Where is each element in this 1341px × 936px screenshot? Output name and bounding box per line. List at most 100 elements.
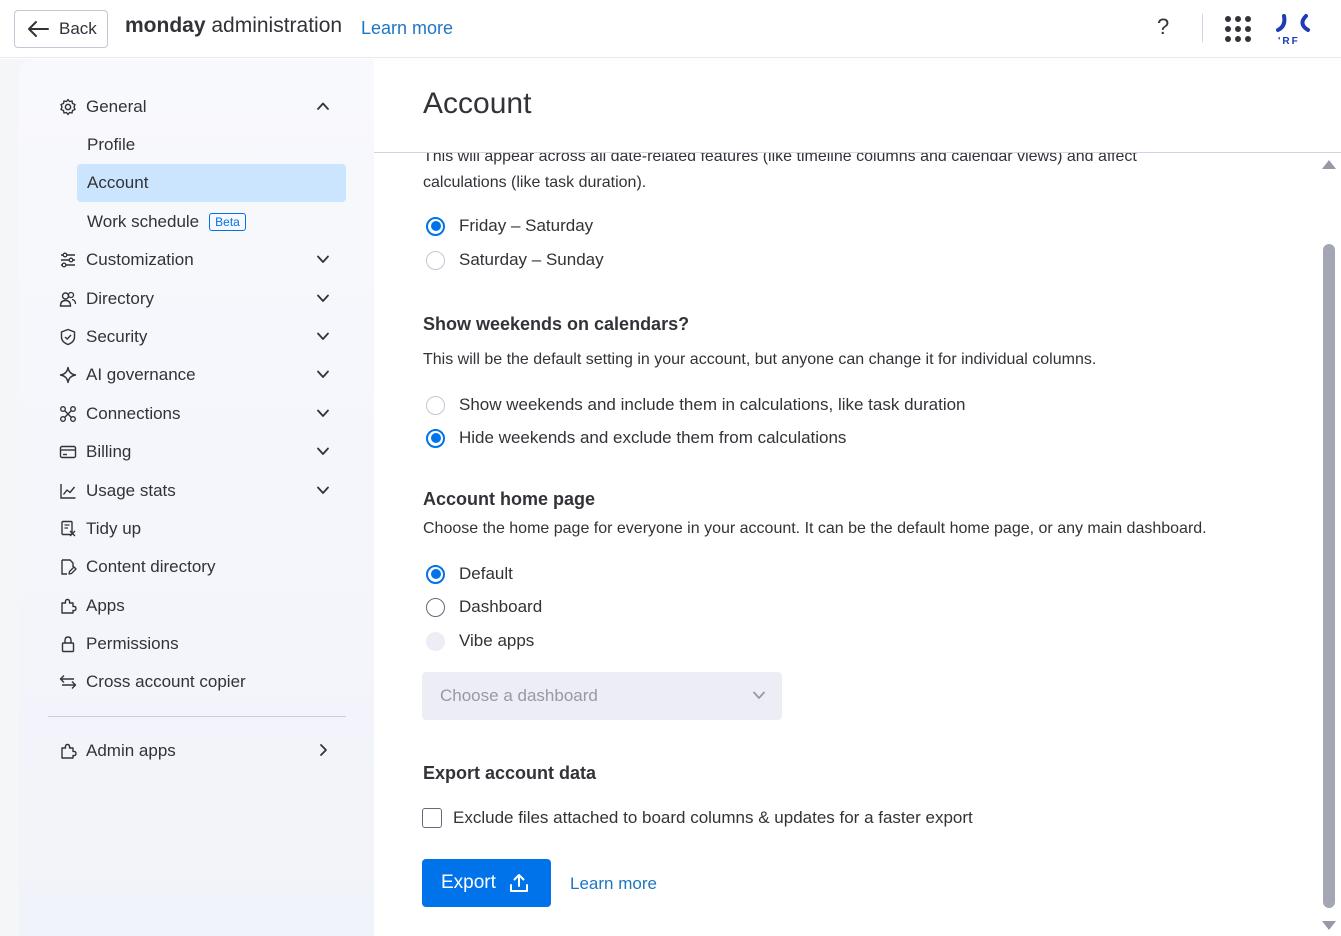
sidebar-subitem-profile[interactable]: Profile — [77, 126, 346, 164]
swap-icon — [59, 673, 77, 691]
connections-icon — [59, 405, 77, 423]
sidebar-item-cross-account-copier[interactable]: Cross account copier — [48, 663, 346, 701]
apps-grid-icon[interactable] — [1225, 16, 1251, 42]
sidebar-item-label: Content directory — [86, 557, 216, 576]
avatar[interactable]: 'RF — [1270, 12, 1314, 50]
sidebar-item-label: Customization — [86, 250, 194, 269]
sparkle-icon — [59, 366, 77, 384]
scroll-down-arrow-icon[interactable] — [1322, 921, 1336, 930]
show-weekends-heading: Show weekends on calendars? — [423, 314, 690, 334]
chart-icon — [59, 482, 77, 500]
chevron-down-icon — [317, 294, 329, 302]
learn-more-link-top[interactable]: Learn more — [361, 18, 453, 39]
sidebar-item-label: Tidy up — [86, 519, 142, 538]
chevron-down-icon — [317, 409, 329, 417]
chevron-right-icon — [320, 744, 327, 756]
exclude-files-checkbox[interactable] — [422, 808, 442, 828]
sidebar-subitem-label: Profile — [87, 135, 136, 154]
radio-saturday-sunday[interactable]: Saturday – Sunday — [426, 248, 604, 272]
radio-button[interactable] — [426, 250, 445, 270]
weekend-description-line2: calculations (like task duration). — [423, 174, 647, 191]
chevron-down-icon — [317, 447, 329, 455]
radio-hide-weekends[interactable]: Hide weekends and exclude them from calc… — [426, 426, 846, 450]
chevron-down-icon — [753, 691, 765, 699]
radio-home-default[interactable]: Default — [426, 562, 513, 586]
help-icon[interactable]: ? — [1157, 14, 1169, 40]
sidebar-item-apps[interactable]: Apps — [48, 587, 346, 625]
learn-more-link-export[interactable]: Learn more — [570, 874, 657, 894]
upload-icon — [509, 874, 528, 892]
sidebar-divider — [48, 716, 346, 717]
radio-button-selected[interactable] — [426, 564, 445, 584]
radio-label: Dashboard — [459, 597, 543, 616]
export-button-label: Export — [441, 872, 496, 893]
radio-label: Default — [459, 564, 513, 583]
sidebar-subitem-account[interactable]: Account — [77, 164, 346, 202]
sidebar-item-general[interactable]: General — [48, 88, 346, 126]
sidebar-item-admin-apps[interactable]: Admin apps — [48, 732, 346, 770]
credit-card-icon — [59, 443, 77, 461]
sidebar-item-tidy-up[interactable]: Tidy up — [48, 510, 346, 548]
radio-home-vibe-apps[interactable]: Vibe apps — [426, 629, 534, 653]
show-weekends-description: This will be the default setting in your… — [423, 351, 1097, 368]
sliders-icon — [59, 251, 77, 269]
gear-icon — [59, 98, 77, 116]
sidebar-item-ai-governance[interactable]: AI governance — [48, 356, 346, 394]
beta-badge: Beta — [209, 213, 246, 231]
radio-label: Vibe apps — [459, 631, 535, 650]
back-label: Back — [59, 19, 97, 38]
app-title-rest: administration — [205, 14, 343, 37]
radio-button-selected[interactable] — [426, 428, 445, 448]
brand-name: monday — [125, 14, 206, 37]
radio-button-selected[interactable] — [426, 216, 445, 236]
dashboard-dropdown[interactable]: Choose a dashboard — [422, 672, 782, 720]
back-button[interactable]: Back — [14, 10, 108, 48]
sidebar-item-label: General — [86, 97, 147, 116]
main-header: Account — [374, 59, 1341, 153]
chevron-up-icon — [317, 102, 329, 110]
dropdown-placeholder: Choose a dashboard — [440, 686, 598, 705]
radio-label: Saturday – Sunday — [459, 250, 604, 269]
radio-button-disabled[interactable] — [426, 631, 445, 651]
sidebar-item-directory[interactable]: Directory — [48, 280, 346, 318]
radio-label: Hide weekends and exclude them from calc… — [459, 428, 847, 447]
people-icon — [59, 290, 77, 308]
puzzle-icon — [59, 742, 77, 760]
sidebar-item-connections[interactable]: Connections — [48, 395, 346, 433]
topbar-divider — [1202, 14, 1203, 42]
sidebar-item-label: Cross account copier — [86, 672, 246, 691]
content-icon — [59, 558, 77, 576]
sidebar-subitem-work-schedule[interactable]: Work schedule Beta — [77, 203, 346, 241]
sidebar-subitem-label: Work schedule — [87, 212, 200, 231]
radio-button[interactable] — [426, 395, 445, 415]
chevron-down-icon — [317, 332, 329, 340]
radio-label: Friday – Saturday — [459, 216, 594, 235]
radio-friday-saturday[interactable]: Friday – Saturday — [426, 214, 593, 238]
scrollbar-thumb[interactable] — [1323, 244, 1335, 908]
chevron-down-icon — [317, 255, 329, 263]
sidebar-item-security[interactable]: Security — [48, 318, 346, 356]
arrow-left-icon — [28, 21, 49, 37]
sidebar-item-billing[interactable]: Billing — [48, 433, 346, 471]
sidebar-item-label: Permissions — [86, 634, 179, 653]
sidebar-item-label: Security — [86, 327, 148, 346]
scroll-up-arrow-icon[interactable] — [1322, 160, 1336, 169]
sidebar-item-usage-stats[interactable]: Usage stats — [48, 472, 346, 510]
radio-button[interactable] — [426, 597, 445, 617]
weekend-description-line1: This will appear across all date-related… — [423, 153, 1137, 165]
radio-label: Show weekends and include them in calcul… — [459, 395, 966, 414]
radio-home-dashboard[interactable]: Dashboard — [426, 595, 542, 619]
top-bar: Back monday administration Learn more ? … — [0, 0, 1341, 58]
sidebar-item-label: Directory — [86, 289, 155, 308]
sidebar-item-customization[interactable]: Customization — [48, 241, 346, 279]
sidebar-subitem-label: Account — [87, 173, 149, 192]
sidebar-item-label: Apps — [86, 596, 125, 615]
sidebar-item-content-directory[interactable]: Content directory — [48, 548, 346, 586]
home-page-description: Choose the home page for everyone in you… — [423, 520, 1207, 537]
app-title: monday administration — [125, 14, 342, 38]
sidebar-item-permissions[interactable]: Permissions — [48, 625, 346, 663]
radio-show-weekends[interactable]: Show weekends and include them in calcul… — [426, 393, 966, 417]
export-button[interactable]: Export — [422, 859, 551, 907]
sidebar-item-label: Admin apps — [86, 741, 176, 760]
exclude-files-checkbox-row[interactable]: Exclude files attached to board columns … — [422, 808, 973, 828]
